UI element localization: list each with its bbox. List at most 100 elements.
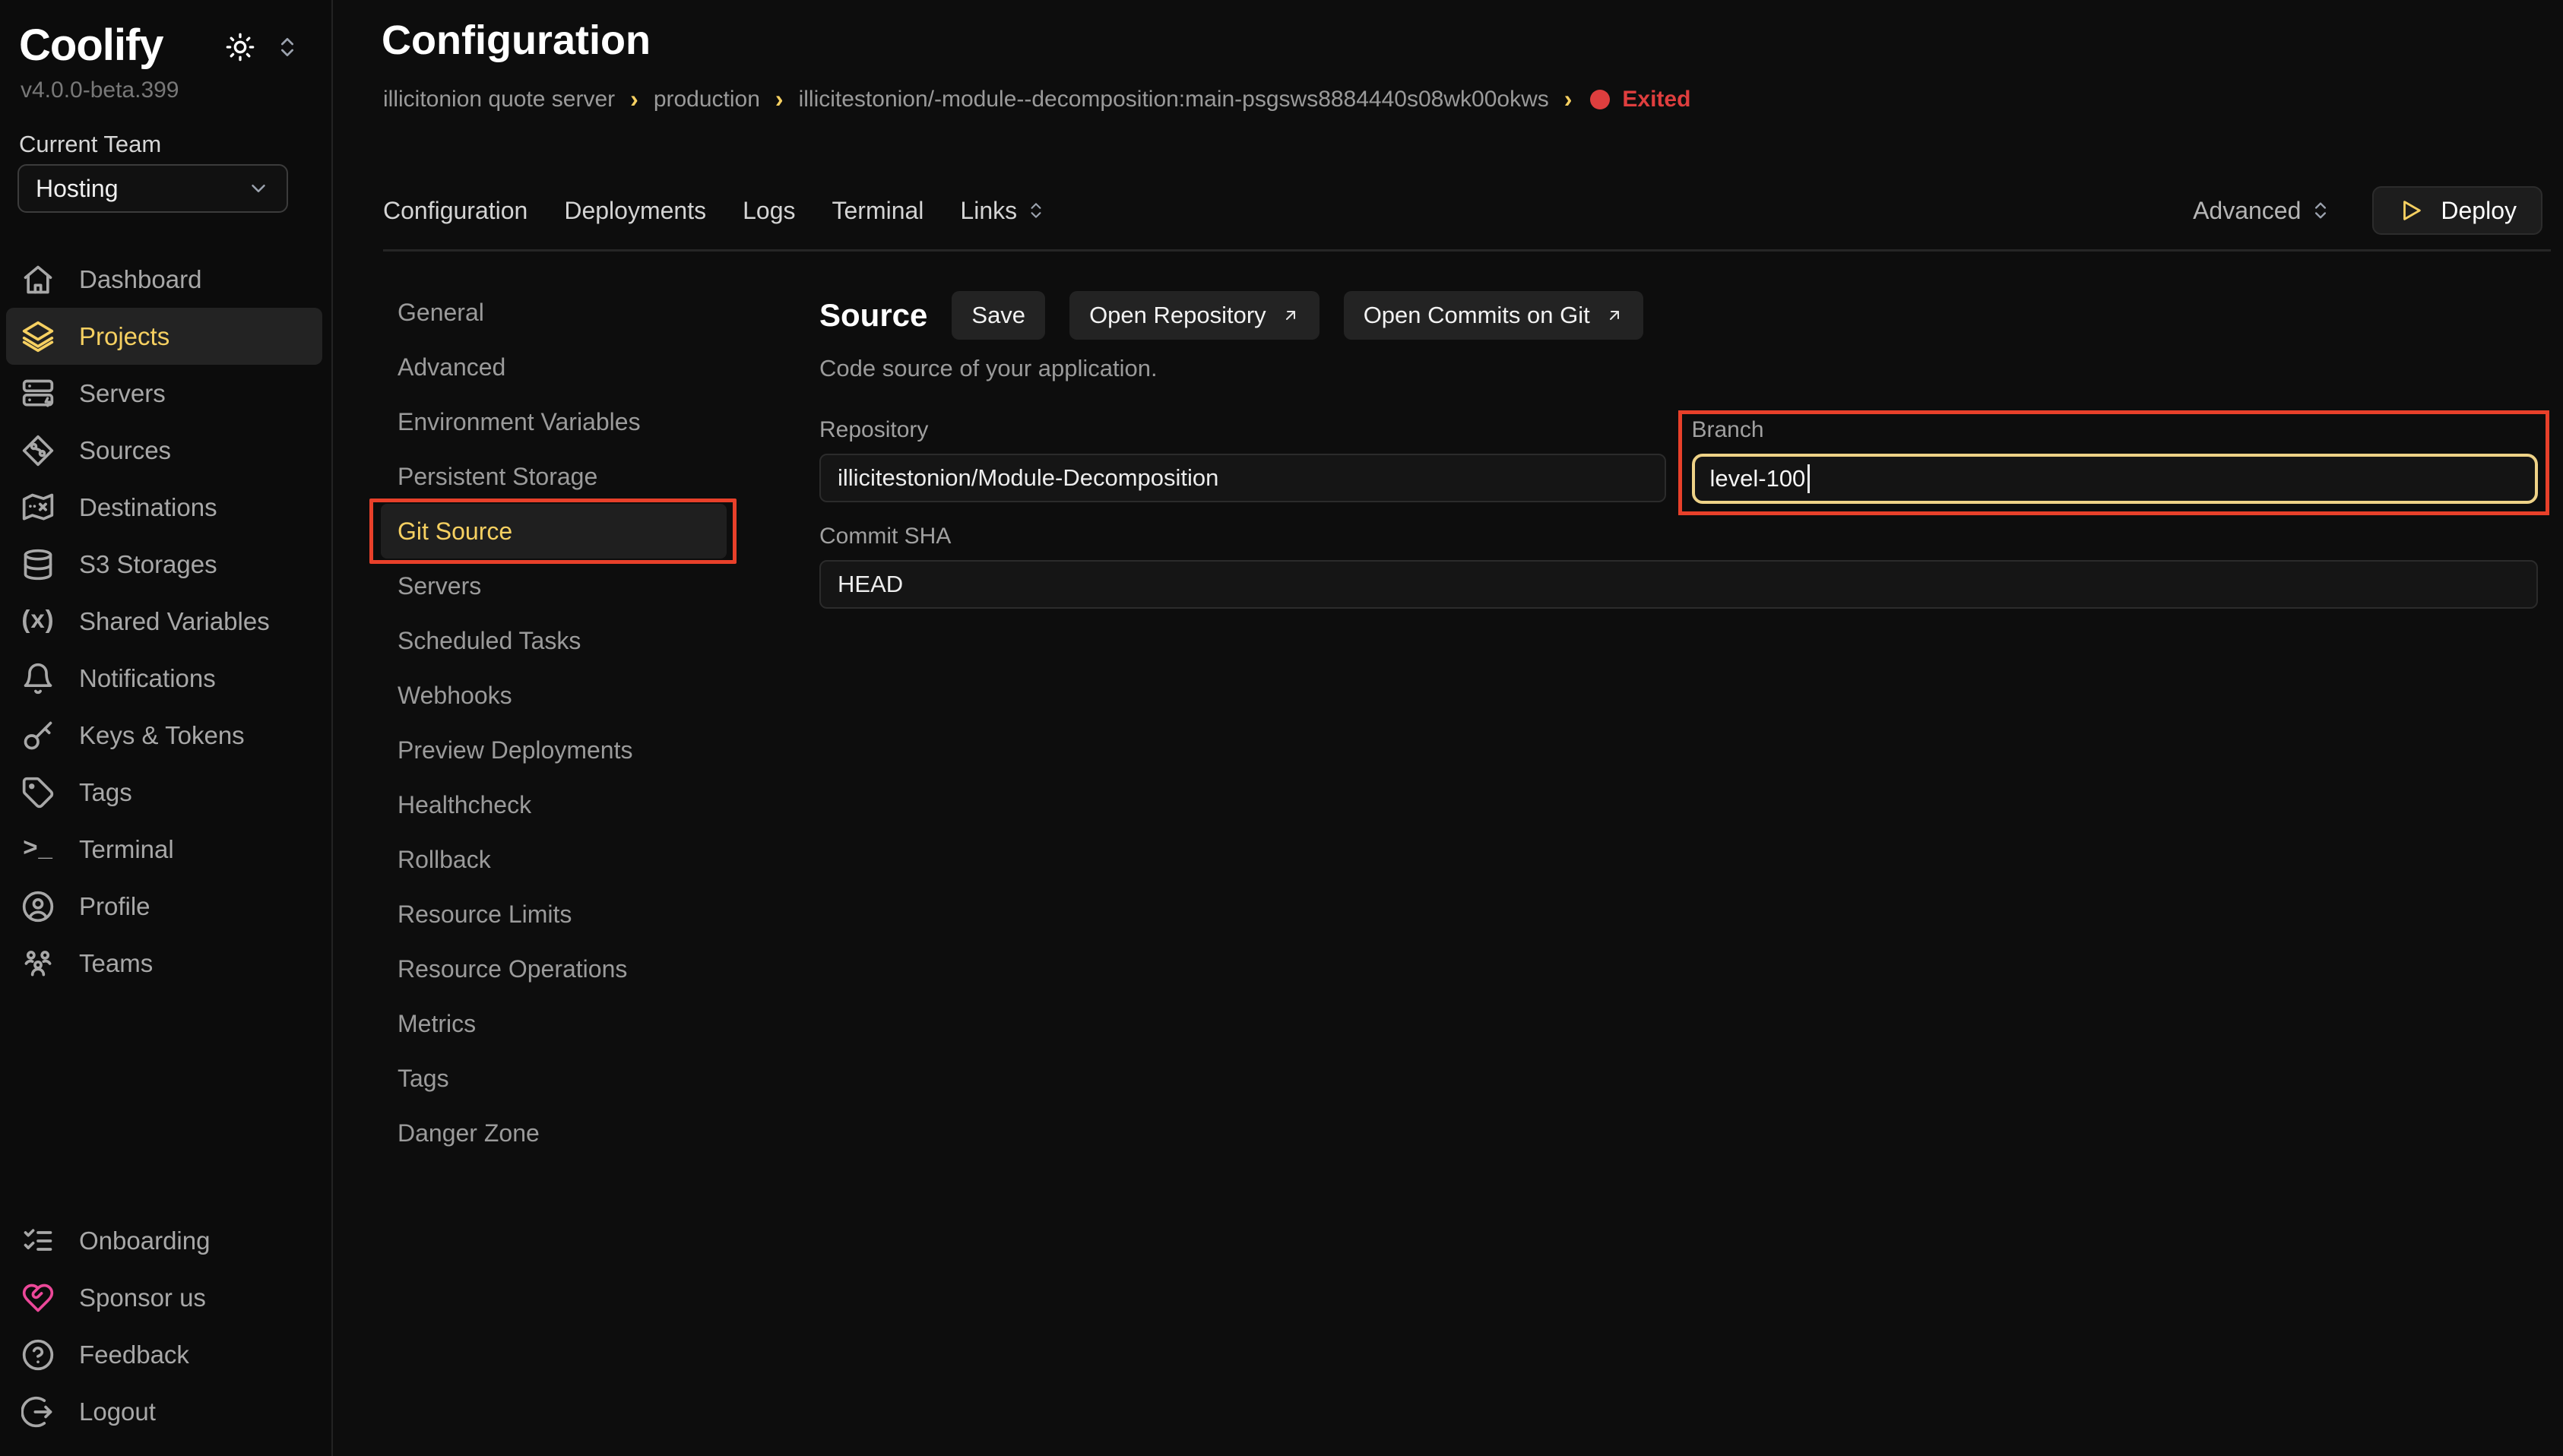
sidebar-item-label: Servers [79, 379, 166, 408]
subnav-item-persistent-storage[interactable]: Persistent Storage [381, 449, 727, 504]
sidebar-item-feedback[interactable]: Feedback [6, 1326, 322, 1383]
sidebar-item-label: Dashboard [79, 265, 201, 294]
commit-sha-label: Commit SHA [819, 524, 2538, 549]
sidebar-item-label: Projects [79, 322, 169, 351]
subnav-item-tags[interactable]: Tags [381, 1051, 727, 1106]
sidebar-item-onboarding[interactable]: Onboarding [6, 1212, 322, 1269]
profile-icon [21, 890, 55, 923]
subnav-item-healthcheck[interactable]: Healthcheck [381, 777, 727, 832]
sidebar-item-label: Terminal [79, 835, 174, 864]
subnav-item-label: Git Source [398, 518, 512, 546]
subnav-item-preview-deployments[interactable]: Preview Deployments [381, 723, 727, 777]
subnav-item-advanced[interactable]: Advanced [381, 340, 727, 394]
sidebar-item-s3-storages[interactable]: S3 Storages [6, 536, 322, 593]
sidebar-item-tags[interactable]: Tags [6, 764, 322, 821]
team-select[interactable]: Hosting [17, 164, 288, 213]
team-select-value: Hosting [36, 175, 119, 203]
chevrons-up-down-icon[interactable] [275, 35, 299, 59]
sidebar-item-label: S3 Storages [79, 550, 217, 579]
sidebar-item-label: Teams [79, 949, 153, 978]
sidebar-item-terminal[interactable]: >_ Terminal [6, 821, 322, 878]
sidebar-item-label: Shared Variables [79, 607, 270, 636]
save-button[interactable]: Save [952, 291, 1045, 340]
subnav-item-danger-zone[interactable]: Danger Zone [381, 1106, 727, 1160]
section-description: Code source of your application. [819, 355, 2538, 382]
sidebar-item-servers[interactable]: Servers [6, 365, 322, 422]
server-icon [21, 377, 55, 410]
branch-input[interactable]: level-100 [1692, 454, 2539, 504]
tag-icon [21, 776, 55, 809]
sidebar-item-label: Onboarding [79, 1227, 210, 1255]
sidebar-item-sources[interactable]: Sources [6, 422, 322, 479]
tab-links-label: Links [960, 197, 1017, 225]
breadcrumb-environment[interactable]: production [654, 87, 760, 112]
variables-icon: (x) [21, 605, 55, 638]
key-icon [21, 719, 55, 752]
checklist-icon [21, 1224, 55, 1258]
sidebar-item-sponsor-us[interactable]: Sponsor us [6, 1269, 322, 1326]
repository-input[interactable] [819, 454, 1666, 502]
advanced-dropdown[interactable]: Advanced [2193, 197, 2331, 225]
app-version: v4.0.0-beta.399 [21, 78, 179, 103]
sidebar-item-label: Sponsor us [79, 1283, 206, 1312]
sidebar-item-keys-tokens[interactable]: Keys & Tokens [6, 707, 322, 764]
sidebar-nav: Dashboard Projects Servers Sources Desti… [6, 251, 325, 992]
config-subnav: General Advanced Environment Variables P… [381, 252, 791, 1456]
open-repository-label: Open Repository [1089, 302, 1266, 329]
tab-logs[interactable]: Logs [743, 197, 795, 225]
subnav-item-rollback[interactable]: Rollback [381, 832, 727, 887]
subnav-item-webhooks[interactable]: Webhooks [381, 668, 727, 723]
commit-sha-input[interactable] [819, 560, 2538, 609]
chevrons-up-down-icon [1026, 201, 1046, 220]
app-logo[interactable]: Coolify [19, 20, 163, 71]
sidebar-item-label: Destinations [79, 493, 217, 522]
layers-icon [21, 320, 55, 353]
commit-sha-field-group: Commit SHA [819, 524, 2538, 609]
page-title: Configuration [382, 17, 651, 64]
sidebar-item-label: Tags [79, 778, 132, 807]
text-cursor [1807, 464, 1810, 493]
deploy-button[interactable]: Deploy [2372, 186, 2542, 235]
arrow-up-right-icon [1605, 306, 1624, 324]
open-commits-button[interactable]: Open Commits on Git [1344, 291, 1643, 340]
tab-configuration[interactable]: Configuration [383, 197, 527, 225]
tab-terminal[interactable]: Terminal [832, 197, 924, 225]
branch-field-group: Branch level-100 [1692, 417, 2539, 504]
open-repository-button[interactable]: Open Repository [1069, 291, 1320, 340]
sidebar-item-notifications[interactable]: Notifications [6, 650, 322, 707]
subnav-item-resource-operations[interactable]: Resource Operations [381, 942, 727, 996]
sidebar-item-label: Feedback [79, 1340, 189, 1369]
sidebar: Coolify v4.0.0-beta.399 Current Team Hos… [0, 0, 333, 1456]
sun-icon[interactable] [225, 32, 255, 62]
branch-label: Branch [1692, 417, 2539, 443]
subnav-item-general[interactable]: General [381, 285, 727, 340]
heart-hands-icon [21, 1281, 55, 1315]
sidebar-item-logout[interactable]: Logout [6, 1383, 322, 1440]
current-team-label: Current Team [19, 131, 161, 158]
sidebar-item-teams[interactable]: Teams [6, 935, 322, 992]
sidebar-item-label: Profile [79, 892, 150, 921]
subnav-item-metrics[interactable]: Metrics [381, 996, 727, 1051]
sidebar-item-profile[interactable]: Profile [6, 878, 322, 935]
sidebar-item-destinations[interactable]: Destinations [6, 479, 322, 536]
main-content: Configuration illicitonion quote server … [334, 0, 2563, 1456]
sidebar-item-dashboard[interactable]: Dashboard [6, 251, 322, 308]
tab-links[interactable]: Links [960, 197, 1046, 225]
sidebar-item-label: Notifications [79, 664, 216, 693]
subnav-item-environment-variables[interactable]: Environment Variables [381, 394, 727, 449]
sidebar-item-label: Keys & Tokens [79, 721, 245, 750]
subnav-item-servers[interactable]: Servers [381, 559, 727, 613]
bell-icon [21, 662, 55, 695]
sidebar-item-shared-variables[interactable]: (x) Shared Variables [6, 593, 322, 650]
git-source-panel: Source Save Open Repository Open Commits… [819, 252, 2538, 1456]
sidebar-item-projects[interactable]: Projects [6, 308, 322, 365]
subnav-item-resource-limits[interactable]: Resource Limits [381, 887, 727, 942]
status-dot-icon [1590, 90, 1610, 109]
branch-input-value: level-100 [1710, 465, 1806, 492]
subnav-item-scheduled-tasks[interactable]: Scheduled Tasks [381, 613, 727, 668]
tab-deployments[interactable]: Deployments [564, 197, 706, 225]
status-label: Exited [1622, 87, 1690, 112]
subnav-item-git-source[interactable]: Git Source [381, 504, 727, 559]
breadcrumb-project[interactable]: illicitonion quote server [383, 87, 615, 112]
breadcrumb-resource[interactable]: illicitestonion/-module--decomposition:m… [799, 87, 1549, 112]
